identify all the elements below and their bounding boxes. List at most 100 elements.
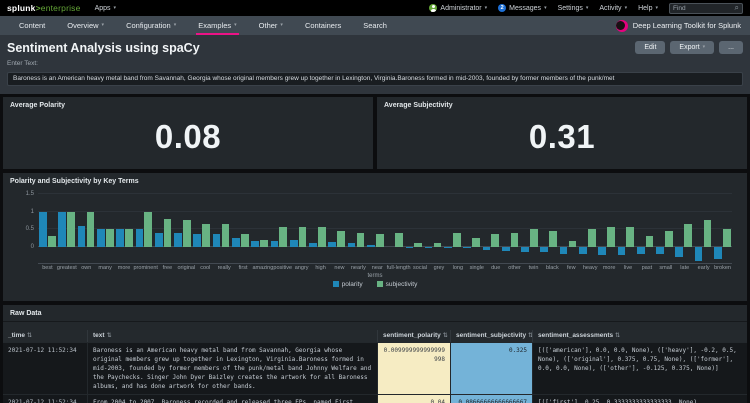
bar-subjectivity[interactable]	[221, 223, 230, 247]
bar-polarity[interactable]	[579, 246, 587, 254]
bar-subjectivity[interactable]	[395, 232, 403, 247]
bar-polarity[interactable]	[212, 234, 221, 247]
bar-polarity[interactable]	[154, 232, 163, 247]
nav-item-other[interactable]: Other ▾	[248, 16, 294, 35]
bar-subjectivity[interactable]	[703, 220, 712, 247]
column-header-_time[interactable]: _time ⇅	[3, 330, 87, 342]
bar-polarity[interactable]	[289, 239, 298, 247]
bar-subjectivity[interactable]	[356, 232, 365, 247]
edit-button[interactable]: Edit	[635, 41, 666, 54]
help-menu[interactable]: Help ▾	[638, 5, 658, 12]
bar-subjectivity[interactable]	[260, 239, 268, 247]
bar-subjectivity[interactable]	[587, 229, 596, 247]
bar-subjectivity[interactable]	[607, 227, 615, 247]
splunk-logo[interactable]: splunk>enterprise	[7, 3, 81, 13]
column-header-sentiment_polarity[interactable]: sentiment_polarity ⇅	[377, 329, 450, 342]
bar-polarity[interactable]	[424, 246, 433, 249]
bar-subjectivity[interactable]	[86, 211, 95, 247]
bar-polarity[interactable]	[116, 229, 124, 247]
bar-polarity[interactable]	[58, 211, 67, 247]
bar-polarity[interactable]	[231, 237, 240, 247]
bar-subjectivity[interactable]	[125, 229, 133, 247]
bar-polarity[interactable]	[559, 246, 568, 254]
bar-subjectivity[interactable]	[530, 229, 538, 247]
bar-polarity[interactable]	[405, 246, 414, 248]
nav-item-overview[interactable]: Overview ▾	[56, 16, 115, 35]
legend-item-polarity[interactable]: polarity	[332, 281, 363, 288]
bar-subjectivity[interactable]	[645, 236, 654, 247]
bar-polarity[interactable]	[598, 246, 607, 256]
bar-polarity[interactable]	[501, 246, 510, 251]
messages-menu[interactable]: 2 Messages ▾	[498, 4, 547, 12]
nav-item-search[interactable]: Search	[352, 16, 398, 35]
bar-polarity[interactable]	[714, 246, 722, 259]
bar-polarity[interactable]	[540, 246, 549, 252]
bar-polarity[interactable]	[366, 244, 375, 247]
bar-subjectivity[interactable]	[549, 230, 558, 247]
bar-polarity[interactable]	[97, 229, 105, 247]
bar-polarity[interactable]	[463, 246, 472, 249]
bar-polarity[interactable]	[251, 241, 259, 247]
bar-subjectivity[interactable]	[67, 211, 75, 247]
bar-subjectivity[interactable]	[433, 243, 442, 247]
bar-subjectivity[interactable]	[48, 236, 56, 247]
column-header-text[interactable]: text ⇅	[87, 329, 377, 342]
bar-polarity[interactable]	[135, 229, 144, 247]
apps-menu[interactable]: Apps ▾	[95, 5, 116, 12]
bar-subjectivity[interactable]	[626, 227, 635, 247]
bar-polarity[interactable]	[617, 246, 626, 256]
bar-polarity[interactable]	[656, 246, 664, 254]
more-actions-button[interactable]: ...	[719, 41, 743, 54]
bar-polarity[interactable]	[694, 246, 703, 261]
bar-subjectivity[interactable]	[337, 230, 345, 247]
bar-subjectivity[interactable]	[317, 227, 326, 247]
bar-subjectivity[interactable]	[414, 243, 423, 247]
bar-polarity[interactable]	[675, 246, 684, 257]
bar-subjectivity[interactable]	[375, 234, 384, 247]
nav-item-examples[interactable]: Examples ▾	[187, 16, 247, 35]
bar-subjectivity[interactable]	[472, 237, 480, 247]
legend-item-subjectivity[interactable]: subjectivity	[376, 281, 417, 288]
bar-subjectivity[interactable]	[163, 218, 172, 247]
bar-polarity[interactable]	[482, 246, 491, 250]
export-button[interactable]: Export ▾	[670, 41, 715, 54]
find-search-box[interactable]: ⌕	[669, 2, 743, 14]
activity-menu[interactable]: Activity ▾	[599, 5, 627, 12]
bar-subjectivity[interactable]	[510, 233, 519, 247]
bar-polarity[interactable]	[636, 246, 645, 254]
nav-item-configuration[interactable]: Configuration ▾	[115, 16, 187, 35]
bar-polarity[interactable]	[174, 233, 182, 247]
bar-polarity[interactable]	[77, 225, 86, 247]
find-input[interactable]	[673, 4, 735, 12]
bar-polarity[interactable]	[193, 234, 202, 247]
bar-subjectivity[interactable]	[665, 230, 673, 247]
bar-polarity[interactable]	[521, 246, 529, 252]
bar-polarity[interactable]	[347, 243, 356, 247]
bar-subjectivity[interactable]	[202, 223, 210, 247]
enter-text-input[interactable]	[7, 71, 743, 86]
bar-subjectivity[interactable]	[105, 229, 114, 247]
bar-subjectivity[interactable]	[684, 223, 692, 247]
bar-subjectivity[interactable]	[491, 234, 500, 247]
bar-polarity[interactable]	[309, 243, 317, 247]
bar-subjectivity[interactable]	[722, 229, 731, 247]
bar-subjectivity[interactable]	[298, 227, 307, 247]
nav-item-content[interactable]: Content	[8, 16, 56, 35]
column-header-sentiment_subjectivity[interactable]: sentiment_subjectivity ⇅	[450, 329, 533, 342]
bar-subjectivity[interactable]	[452, 232, 461, 247]
cell-sentiment_polarity: 0.04	[377, 393, 450, 403]
bar-subjectivity[interactable]	[144, 211, 153, 247]
administrator-menu[interactable]: Administrator ▾	[429, 4, 487, 12]
x-tick-label: early	[697, 264, 710, 271]
bar-polarity[interactable]	[39, 211, 47, 247]
bar-subjectivity[interactable]	[568, 241, 577, 247]
settings-menu[interactable]: Settings ▾	[558, 5, 589, 12]
nav-item-containers[interactable]: Containers	[294, 16, 352, 35]
column-header-sentiment_assessments[interactable]: sentiment_assessments ⇅	[532, 329, 747, 342]
bar-polarity[interactable]	[444, 246, 452, 249]
bar-polarity[interactable]	[270, 241, 279, 247]
bar-polarity[interactable]	[328, 241, 337, 247]
bar-subjectivity[interactable]	[240, 234, 249, 247]
bar-subjectivity[interactable]	[279, 227, 288, 247]
bar-subjectivity[interactable]	[182, 220, 191, 247]
